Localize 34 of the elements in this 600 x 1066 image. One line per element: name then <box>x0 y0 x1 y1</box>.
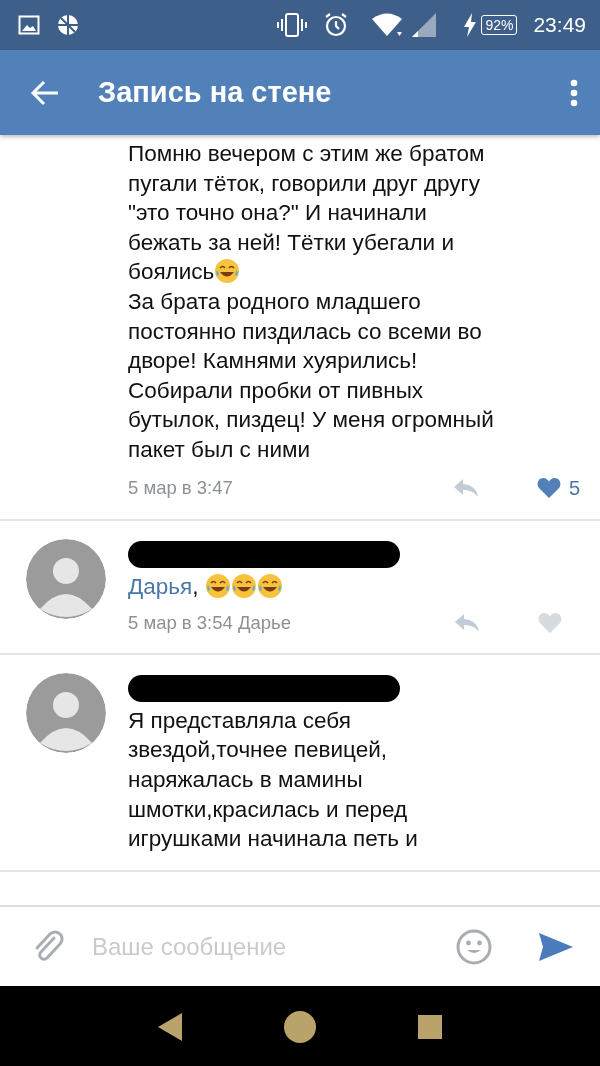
globe-crossed-icon <box>56 13 80 37</box>
signal-icon <box>411 12 438 38</box>
avatar[interactable] <box>26 538 106 619</box>
heart-icon <box>536 476 561 499</box>
emoji-smile-icon[interactable] <box>456 928 492 965</box>
avatar[interactable] <box>26 672 106 753</box>
send-icon[interactable] <box>538 931 574 962</box>
more-options-icon[interactable] <box>570 78 578 107</box>
comment-text: Помню вечером с этим же братом пугали тёток, говорили друг другу "это точно она?" И начинали бежать за ней! Тётки убегали и боялись За брата родного младшего постоянно пиздилась со всеми во дворе! Камнями хуярились! Собирали пробки от пивных бутылок, пиздец! У меня огромный пакет был с ними <box>128 140 495 464</box>
battery-level: 92% <box>481 15 518 35</box>
comment-text: Дарья, <box>128 571 580 602</box>
clock-time: 23:49 <box>533 12 586 39</box>
comment-date: 5 мар в 3:47 <box>128 475 234 500</box>
heart-icon <box>538 612 562 634</box>
back-arrow-icon[interactable] <box>30 79 60 106</box>
vibrate-icon <box>277 13 308 37</box>
like-count: 5 <box>568 475 580 501</box>
recents-nav-icon[interactable] <box>417 1013 443 1040</box>
comment-date: 5 мар в 3:54 Дарье <box>128 611 292 636</box>
screen-title: Запись на стене <box>98 74 333 110</box>
reply-icon[interactable] <box>454 613 480 633</box>
back-nav-icon[interactable] <box>157 1011 183 1042</box>
comment-text: Я представляла себя звездой,точнее певицей, наряжалась в мамины шмотки,красилась и перед игрушками начинала петь и <box>128 706 419 854</box>
like-button[interactable]: 5 <box>536 472 580 503</box>
laughing-face-icon <box>230 572 257 599</box>
mention-link[interactable]: Дарья <box>128 573 193 599</box>
laughing-face-icon <box>214 258 241 285</box>
laughing-face-icon <box>256 572 283 599</box>
image-icon <box>18 14 40 36</box>
reply-icon[interactable] <box>452 477 479 498</box>
charging-icon <box>463 13 478 37</box>
wifi-icon <box>371 12 404 38</box>
laughing-face-icon <box>204 572 231 599</box>
home-nav-icon[interactable] <box>283 1009 317 1044</box>
